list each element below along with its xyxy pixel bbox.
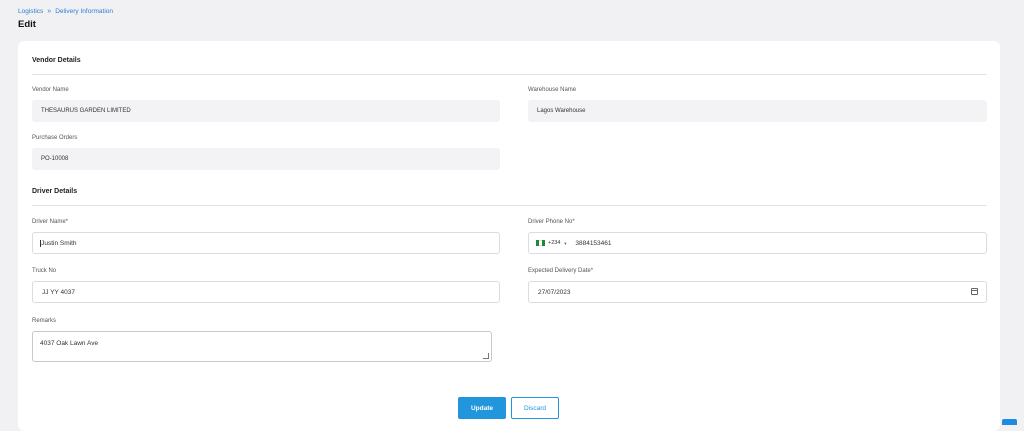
breadcrumb: Logistics » Delivery Information [18, 8, 113, 15]
warehouse-name-label: Warehouse Name [528, 87, 576, 93]
vendor-details-title: Vendor Details [32, 57, 81, 64]
remarks-textarea[interactable]: 4037 Oak Lawn Ave [32, 331, 492, 362]
driver-name-input[interactable]: Justin Smith [32, 232, 500, 254]
update-button[interactable]: Update [458, 397, 506, 419]
resize-handle-icon[interactable] [483, 353, 489, 359]
discard-button[interactable]: Discard [511, 397, 559, 419]
delivery-date-input[interactable]: 27/07/2023 [528, 281, 987, 303]
breadcrumb-separator-icon: » [47, 8, 51, 15]
vendor-name-field: THESAURUS GARDEN LIMITED [32, 100, 500, 122]
country-code-selector[interactable]: +234 ▼ [536, 240, 567, 246]
truck-no-label: Truck No [32, 268, 56, 274]
page-header: Logistics » Delivery Information Edit [18, 8, 113, 30]
nigeria-flag-icon [536, 240, 545, 246]
page-title: Edit [18, 19, 113, 30]
purchase-orders-label: Purchase Orders [32, 135, 77, 141]
remarks-label: Remarks [32, 318, 56, 324]
driver-name-value: Justin Smith [41, 240, 76, 247]
delivery-date-label: Expected Delivery Date* [528, 268, 593, 274]
purchase-orders-value: PO-10008 [41, 156, 68, 162]
calendar-icon[interactable] [971, 288, 978, 295]
vendor-name-label: Vendor Name [32, 87, 69, 93]
chat-widget-icon[interactable] [1002, 419, 1017, 425]
breadcrumb-delivery-information[interactable]: Delivery Information [55, 8, 113, 15]
truck-no-input[interactable]: JJ YY 4037 [32, 281, 500, 303]
vendor-name-value: THESAURUS GARDEN LIMITED [41, 108, 131, 114]
delivery-date-value: 27/07/2023 [538, 289, 571, 296]
warehouse-name-value: Lagos Warehouse [537, 108, 585, 114]
driver-phone-input[interactable]: +234 ▼ 3884153461 [528, 232, 987, 254]
remarks-value: 4037 Oak Lawn Ave [40, 340, 98, 347]
chevron-down-icon: ▼ [563, 241, 567, 246]
vendor-divider [32, 74, 987, 75]
driver-phone-label: Driver Phone No* [528, 219, 575, 225]
breadcrumb-logistics[interactable]: Logistics [18, 8, 43, 15]
delivery-form-card: Vendor Details Vendor Name THESAURUS GAR… [18, 41, 1000, 431]
warehouse-name-field: Lagos Warehouse [528, 100, 987, 122]
purchase-orders-field: PO-10008 [32, 148, 500, 170]
country-code: +234 [548, 240, 560, 246]
driver-name-label: Driver Name* [32, 219, 68, 225]
driver-details-title: Driver Details [32, 188, 77, 195]
driver-phone-value: 3884153461 [575, 240, 611, 247]
driver-divider [32, 205, 987, 206]
truck-no-value: JJ YY 4037 [42, 289, 75, 296]
